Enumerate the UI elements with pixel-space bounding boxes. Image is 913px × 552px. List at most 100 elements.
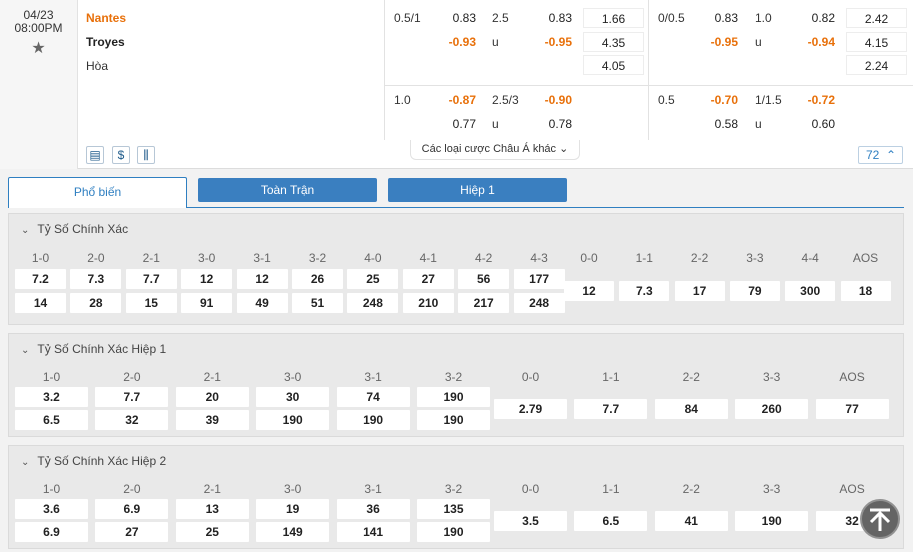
score-odds-button[interactable]: 51 xyxy=(292,293,343,313)
h1-handicap-home-cell[interactable]: 0/0.5 0.83 xyxy=(652,8,744,28)
score-odds-button[interactable]: 26 xyxy=(292,269,343,289)
score-odds-button[interactable]: 13 xyxy=(175,499,249,519)
under-cell[interactable]: u 0.78 xyxy=(486,114,578,134)
score-odds-button[interactable]: 217 xyxy=(458,293,510,313)
handicap-away-cell[interactable]: -0.93 xyxy=(388,32,482,52)
score-odds-button[interactable]: 19 xyxy=(256,499,330,519)
score-odds-button[interactable]: 27 xyxy=(402,269,454,289)
over-cell[interactable]: 2.5 0.83 xyxy=(486,8,578,28)
score-odds-button[interactable]: 77 xyxy=(815,399,889,419)
score-odds-button[interactable]: 190 xyxy=(417,410,490,430)
score-odds-button[interactable]: 91 xyxy=(181,293,233,313)
score-odds-button[interactable]: 7.7 xyxy=(95,387,169,407)
score-odds-button[interactable]: 6.9 xyxy=(95,499,169,519)
score-odds-button[interactable]: 300 xyxy=(785,281,836,301)
score-odds-button[interactable]: 6.9 xyxy=(15,522,88,542)
score-odds-button[interactable]: 190 xyxy=(336,410,410,430)
score-odds-button[interactable]: 7.3 xyxy=(70,269,122,289)
more-markets-toggle[interactable]: Các loại cược Châu Á khác ⌄ xyxy=(410,140,580,160)
score-odds-button[interactable]: 135 xyxy=(417,499,490,519)
score-odds-button[interactable]: 32 xyxy=(95,410,169,430)
score-odds-button[interactable]: 18 xyxy=(840,281,891,301)
score-odds-button[interactable]: 6.5 xyxy=(574,511,648,531)
h1-over-cell[interactable]: 1/1.5 -0.72 xyxy=(749,90,841,110)
score-odds-button[interactable]: 190 xyxy=(417,387,490,407)
h1-1x2-draw-odds[interactable]: 2.24 xyxy=(846,55,907,75)
score-odds-button[interactable]: 39 xyxy=(175,410,249,430)
under-cell[interactable]: u -0.95 xyxy=(486,32,578,52)
score-odds-button[interactable]: 260 xyxy=(735,399,809,419)
score-odds-button[interactable]: 2.79 xyxy=(494,399,567,419)
h1-under-cell[interactable]: u -0.94 xyxy=(749,32,841,52)
score-odds-button[interactable]: 7.3 xyxy=(619,281,670,301)
score-odds-button[interactable]: 25 xyxy=(175,522,249,542)
1x2-away-odds[interactable]: 4.35 xyxy=(583,32,644,52)
score-odds-button[interactable]: 15 xyxy=(125,293,177,313)
score-odds-button[interactable]: 49 xyxy=(236,293,288,313)
1x2-home-odds[interactable]: 1.66 xyxy=(583,8,644,28)
away-team[interactable]: Troyes xyxy=(86,35,125,49)
score-header: 3-2 xyxy=(444,482,463,496)
score-odds-button[interactable]: 30 xyxy=(256,387,330,407)
score-odds-button[interactable]: 7.7 xyxy=(125,269,177,289)
score-odds-button[interactable]: 248 xyxy=(347,293,399,313)
score-odds-button[interactable]: 12 xyxy=(564,281,614,301)
handicap-home-cell[interactable]: 1.0 -0.87 xyxy=(388,90,482,110)
section-title[interactable]: ⌄ Tỷ Số Chính Xác xyxy=(21,222,128,236)
score-odds-button[interactable]: 3.2 xyxy=(15,387,88,407)
home-team[interactable]: Nantes xyxy=(86,11,126,25)
score-odds-button[interactable]: 177 xyxy=(513,269,565,289)
score-odds-button[interactable]: 12 xyxy=(181,269,233,289)
h1-over-cell[interactable]: 1.0 0.82 xyxy=(749,8,841,28)
score-odds-button[interactable]: 190 xyxy=(735,511,809,531)
score-odds-button[interactable]: 7.7 xyxy=(574,399,648,419)
score-odds-button[interactable]: 56 xyxy=(458,269,510,289)
tab-full-match[interactable]: Toàn Trận xyxy=(198,178,377,202)
h1-handicap-away-cell[interactable]: -0.95 xyxy=(652,32,744,52)
score-odds-button[interactable]: 7.2 xyxy=(15,269,66,289)
score-odds-button[interactable]: 17 xyxy=(674,281,725,301)
score-odds-button[interactable]: 74 xyxy=(336,387,410,407)
markets-count-button[interactable]: 72 ⌃ xyxy=(858,146,903,164)
score-odds-button[interactable]: 149 xyxy=(256,522,330,542)
section-title[interactable]: ⌄ Tỷ Số Chính Xác Hiệp 1 xyxy=(21,342,166,356)
score-odds-button[interactable]: 79 xyxy=(729,281,780,301)
tab-popular[interactable]: Phổ biến xyxy=(8,177,187,208)
handicap-home-cell[interactable]: 0.5/1 0.83 xyxy=(388,8,482,28)
handicap-away-cell[interactable]: 0.77 xyxy=(388,114,482,134)
bar-chart-icon[interactable]: ⫼ xyxy=(137,146,155,164)
score-odds-button[interactable]: 27 xyxy=(95,522,169,542)
over-cell[interactable]: 2.5/3 -0.90 xyxy=(486,90,578,110)
section-title[interactable]: ⌄ Tỷ Số Chính Xác Hiệp 2 xyxy=(21,454,166,468)
star-icon[interactable]: ★ xyxy=(0,38,77,58)
score-odds-button[interactable]: 190 xyxy=(417,522,490,542)
dollar-icon[interactable]: $ xyxy=(112,146,130,164)
score-odds-button[interactable]: 190 xyxy=(256,410,330,430)
scroll-to-top-button[interactable] xyxy=(860,499,900,539)
score-odds-button[interactable]: 210 xyxy=(402,293,454,313)
score-header: 2-0 xyxy=(123,482,141,496)
h1-handicap-home-cell[interactable]: 0.5 -0.70 xyxy=(652,90,744,110)
h1-under-cell[interactable]: u 0.60 xyxy=(749,114,841,134)
score-odds-button[interactable]: 28 xyxy=(70,293,122,313)
score-odds-button[interactable]: 3.6 xyxy=(15,499,88,519)
score-odds-button[interactable]: 36 xyxy=(336,499,410,519)
score-odds-button[interactable]: 6.5 xyxy=(15,410,88,430)
score-odds-button[interactable]: 14 xyxy=(15,293,66,313)
match-row: 04/23 08:00PM ★ Nantes Troyes Hòa 0.5/1 0… xyxy=(0,0,913,169)
score-odds-button[interactable]: 3.5 xyxy=(494,511,567,531)
score-odds-button[interactable]: 141 xyxy=(336,522,410,542)
score-odds-button[interactable]: 20 xyxy=(175,387,249,407)
1x2-draw-odds[interactable]: 4.05 xyxy=(583,55,644,75)
h1-1x2-away-odds[interactable]: 4.15 xyxy=(846,32,907,52)
h1-1x2-home-odds[interactable]: 2.42 xyxy=(846,8,907,28)
score-odds-button[interactable]: 84 xyxy=(654,399,728,419)
list-icon[interactable]: ▤ xyxy=(86,146,104,164)
tab-first-half[interactable]: Hiệp 1 xyxy=(388,178,567,202)
score-odds-button[interactable]: 12 xyxy=(236,269,288,289)
h1-handicap-away-cell[interactable]: 0.58 xyxy=(652,114,744,134)
score-header: 3-0 xyxy=(284,482,302,496)
score-odds-button[interactable]: 41 xyxy=(654,511,728,531)
score-odds-button[interactable]: 248 xyxy=(513,293,565,313)
score-odds-button[interactable]: 25 xyxy=(347,269,399,289)
